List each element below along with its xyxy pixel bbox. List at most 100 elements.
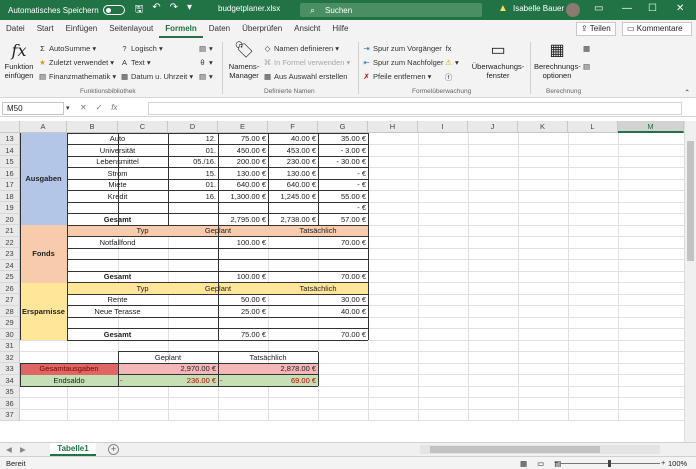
avatar[interactable] xyxy=(566,3,580,17)
expense-actual[interactable]: 40.00 € xyxy=(268,133,318,145)
tab-daten[interactable]: Daten xyxy=(203,20,236,38)
define-name-button[interactable]: ◇ Namen definieren ▾ xyxy=(263,44,339,53)
ausgaben-label[interactable]: Ausgaben xyxy=(20,173,67,185)
expense-diff[interactable]: - € xyxy=(318,202,368,214)
expense-name[interactable]: Lebensmittel xyxy=(67,156,168,168)
column-header[interactable]: G xyxy=(318,121,368,133)
expense-date[interactable]: 16. xyxy=(168,191,218,203)
fund-actual[interactable]: 70.00 € xyxy=(268,237,368,249)
saving-actual[interactable]: 40.00 € xyxy=(268,306,368,318)
expense-diff[interactable]: 35.00 € xyxy=(318,133,368,145)
fund-plan[interactable]: 100.00 € xyxy=(168,237,268,249)
zoom-slider[interactable] xyxy=(560,460,660,467)
expense-actual[interactable]: 230.00 € xyxy=(268,156,318,168)
ersparnisse-total-plan[interactable]: 75.00 € xyxy=(168,329,268,341)
expense-diff[interactable]: - 3.00 € xyxy=(318,145,368,157)
trace-dependents-button[interactable]: ⇤ Spur zum Nachfolger xyxy=(362,58,443,67)
warning-icon[interactable]: ▲ xyxy=(498,3,508,14)
insert-function-icon[interactable]: fx xyxy=(111,103,117,112)
ribbon-display-icon[interactable]: ▭ xyxy=(594,3,603,14)
more-functions-button[interactable]: ▤ ▾ xyxy=(198,72,213,81)
row-header[interactable]: 34 xyxy=(0,374,20,386)
row-header[interactable]: 33 xyxy=(0,363,20,375)
fund-name[interactable]: Notfallfond xyxy=(67,237,168,249)
vertical-scroll-thumb[interactable] xyxy=(687,141,694,261)
logical-button[interactable]: ? Logisch ▾ xyxy=(120,44,162,53)
calc-now-button[interactable]: ▦ xyxy=(582,44,593,53)
row-header[interactable]: 27 xyxy=(0,294,20,306)
ersparnisse-header-plan[interactable]: Geplant xyxy=(168,283,268,295)
expense-name[interactable]: Miete xyxy=(67,179,168,191)
error-check-button[interactable]: ⚠ ▾ xyxy=(444,58,459,67)
zoom-knob[interactable] xyxy=(608,460,611,467)
text-button[interactable]: A Text ▾ xyxy=(120,58,151,67)
column-header[interactable]: L xyxy=(568,121,618,133)
summary-balance-actual[interactable]: 69.00 € xyxy=(218,375,318,387)
expense-name[interactable]: Auto xyxy=(67,133,168,145)
expense-date[interactable]: 12. xyxy=(168,133,218,145)
summary-expenses-label[interactable]: Gesamtausgaben xyxy=(20,363,118,375)
customize-qat-icon[interactable]: ▾ xyxy=(187,2,192,19)
evaluate-formula-button[interactable]: ⓕ xyxy=(444,72,455,83)
zoom-level[interactable]: 100% xyxy=(668,459,687,468)
ersparnisse-total-label[interactable]: Gesamt xyxy=(67,329,168,341)
summary-balance-plan[interactable]: 236.00 € xyxy=(118,375,218,387)
tab-formeln[interactable]: Formeln xyxy=(159,20,203,38)
sheet-tab[interactable]: Tabelle1 xyxy=(50,443,96,456)
add-sheet-icon[interactable]: + xyxy=(108,444,119,455)
expense-name[interactable]: Kredit xyxy=(67,191,168,203)
spreadsheet-grid[interactable]: A B C D E F G H I J K L M 13 14 15 16 17 18 19 20 21 22 23 24 25 2… xyxy=(0,121,684,442)
row-header[interactable]: 26 xyxy=(0,282,20,294)
expense-plan[interactable] xyxy=(218,202,268,214)
normal-view-icon[interactable]: ▦ xyxy=(520,459,527,468)
autosum-button[interactable]: Σ AutoSumme ▾ xyxy=(38,44,96,53)
row-header[interactable]: 20 xyxy=(0,213,20,225)
expense-date[interactable] xyxy=(168,202,218,214)
comments-button[interactable]: ▭ Kommentare xyxy=(622,22,692,36)
ausgaben-total-actual[interactable]: 2,738.00 € xyxy=(268,214,318,226)
show-formulas-button[interactable]: fx xyxy=(444,44,455,53)
minimize-icon[interactable]: — xyxy=(622,3,632,14)
saving-name[interactable]: Neue Terasse xyxy=(67,306,168,318)
name-box[interactable]: M50 xyxy=(2,102,64,115)
enter-icon[interactable]: ✓ xyxy=(96,103,103,112)
next-sheet-icon[interactable]: ▶ xyxy=(20,445,26,454)
column-header[interactable]: E xyxy=(218,121,268,133)
row-header[interactable]: 19 xyxy=(0,202,20,214)
summary-balance-label[interactable]: Endsaldo xyxy=(20,375,118,387)
maximize-icon[interactable]: ☐ xyxy=(648,3,657,14)
expense-plan[interactable]: 1,300.00 € xyxy=(218,191,268,203)
fonds-header-actual[interactable]: Tatsächlich xyxy=(268,225,368,237)
column-header[interactable]: A xyxy=(20,121,67,133)
row-header[interactable]: 32 xyxy=(0,351,20,363)
expense-name[interactable]: Strom xyxy=(67,168,168,180)
formula-input[interactable] xyxy=(148,102,682,115)
tab-start[interactable]: Start xyxy=(31,20,60,38)
row-header[interactable]: 17 xyxy=(0,179,20,191)
expense-date[interactable]: 01. xyxy=(168,145,218,157)
row-header[interactable]: 16 xyxy=(0,167,20,179)
row-header[interactable]: 30 xyxy=(0,328,20,340)
expense-name[interactable] xyxy=(67,202,168,214)
expense-diff[interactable]: - € xyxy=(318,179,368,191)
expense-date[interactable]: 15. xyxy=(168,168,218,180)
expense-plan[interactable]: 450.00 € xyxy=(218,145,268,157)
fonds-label[interactable]: Fonds xyxy=(20,248,67,260)
calc-sheet-button[interactable]: ▤ xyxy=(582,62,593,71)
expense-plan[interactable]: 200.00 € xyxy=(218,156,268,168)
row-header[interactable]: 25 xyxy=(0,271,20,283)
vertical-scrollbar[interactable] xyxy=(684,121,696,442)
column-header[interactable]: J xyxy=(468,121,518,133)
row-header[interactable]: 18 xyxy=(0,190,20,202)
calc-options-button[interactable]: ▦ Berechnungs-optionen xyxy=(534,42,581,80)
saving-name[interactable]: Rente xyxy=(67,294,168,306)
row-header[interactable]: 22 xyxy=(0,236,20,248)
financial-button[interactable]: ▤ Finanzmathematik ▾ xyxy=(38,72,116,81)
expense-plan[interactable]: 130.00 € xyxy=(218,168,268,180)
row-header[interactable]: 24 xyxy=(0,259,20,271)
name-box-dropdown-icon[interactable]: ▾ xyxy=(66,104,70,112)
tab-datei[interactable]: Datei xyxy=(0,20,31,38)
recent-button[interactable]: ★ Zuletzt verwendet ▾ xyxy=(38,58,114,67)
close-icon[interactable]: ✕ xyxy=(676,3,684,14)
remove-arrows-button[interactable]: ✗ Pfeile entfernen ▾ xyxy=(362,72,431,81)
